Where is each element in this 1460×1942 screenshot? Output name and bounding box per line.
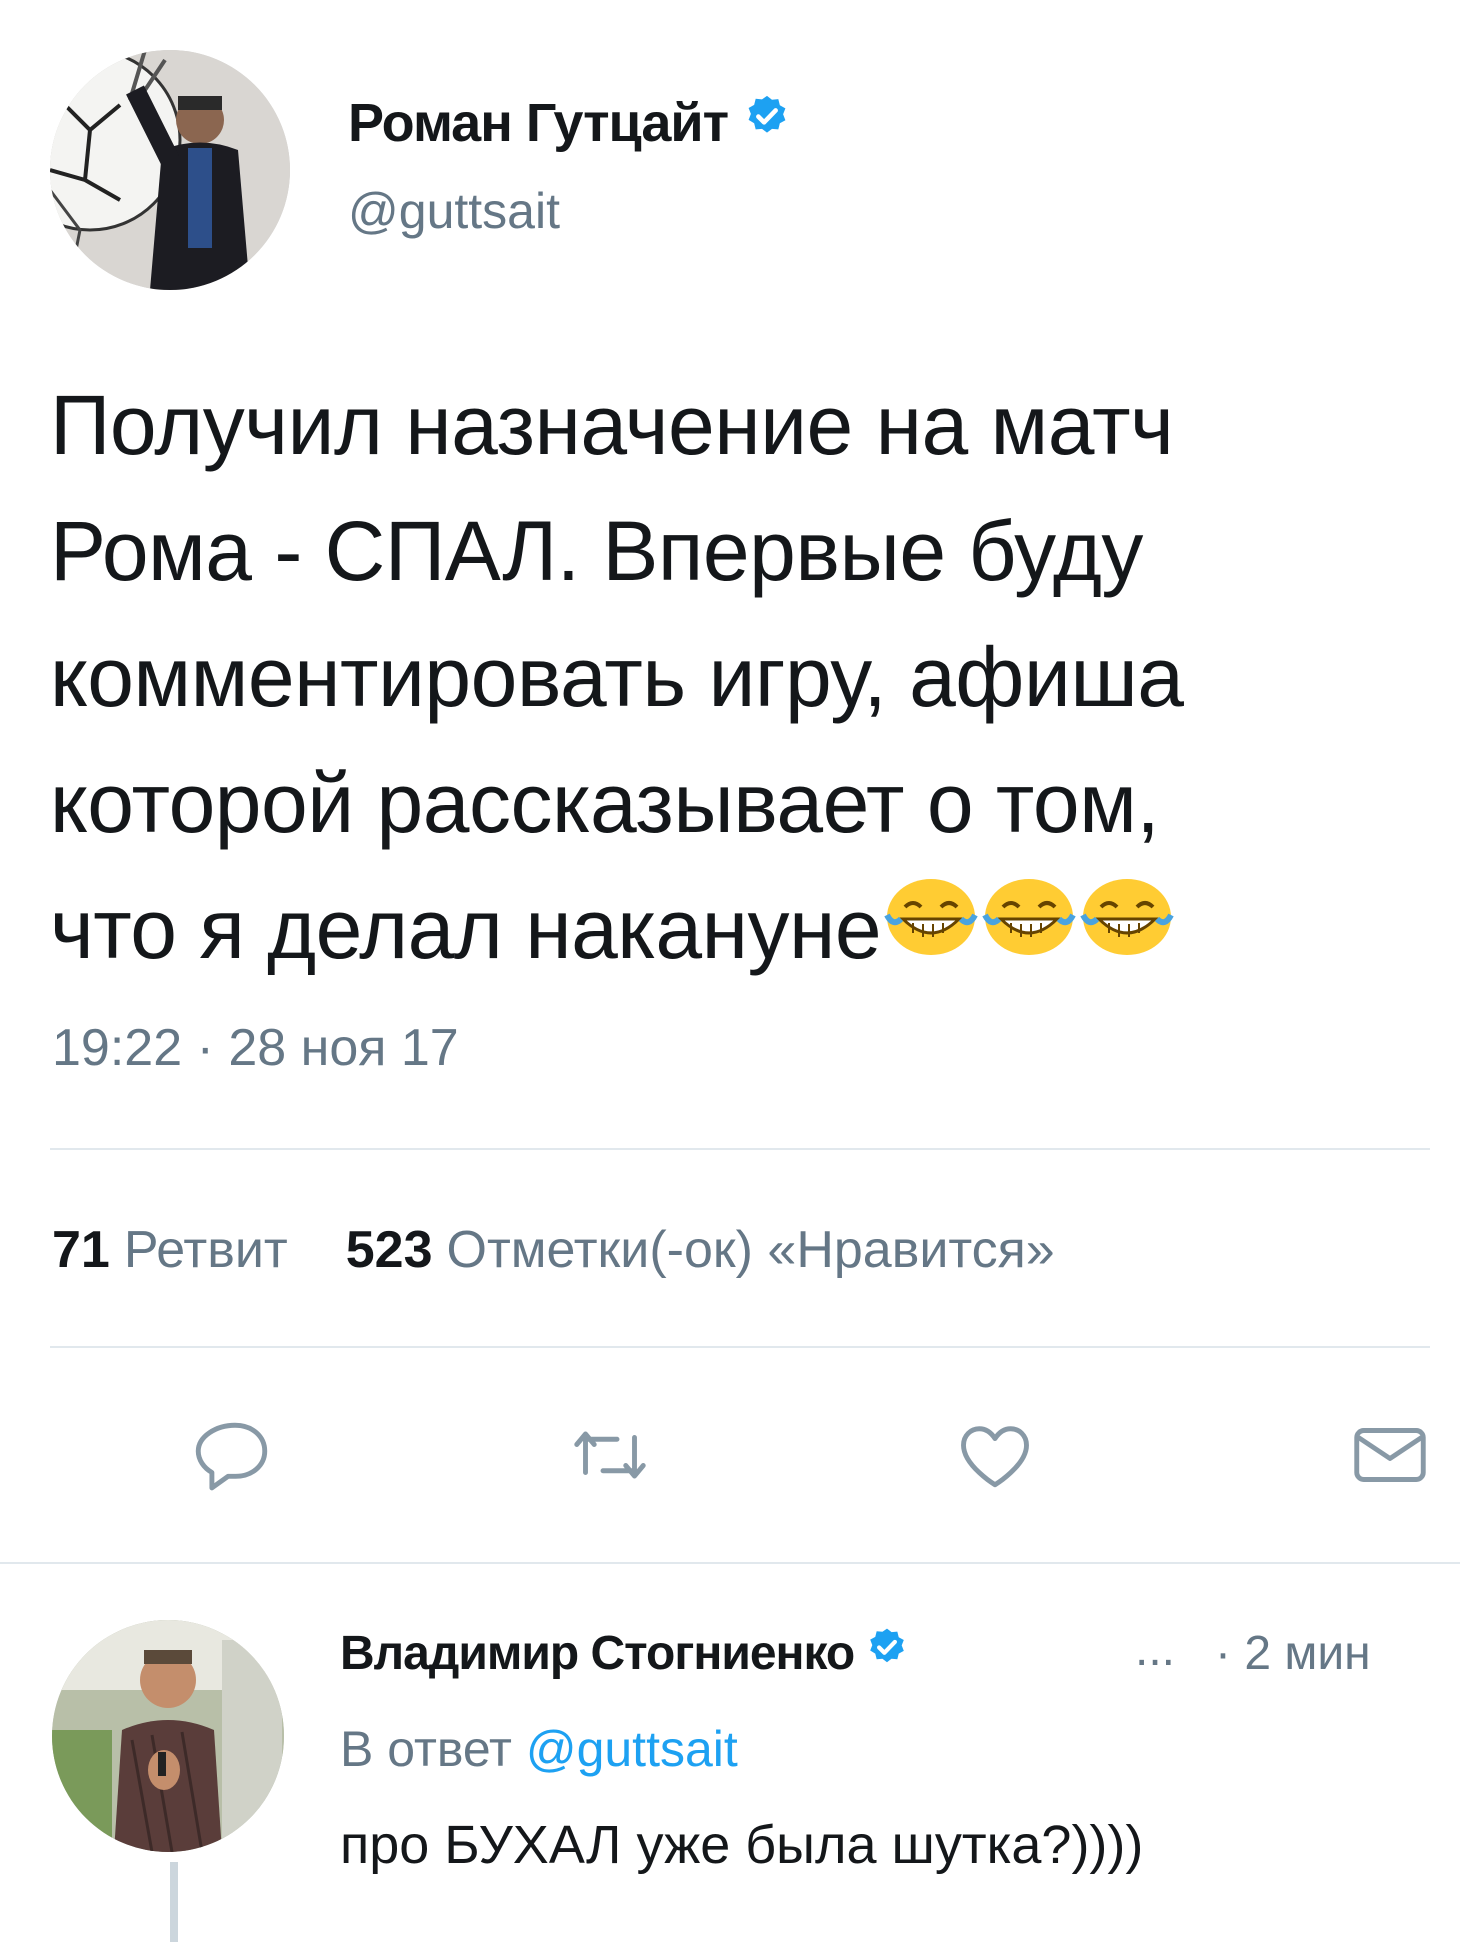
author-avatar[interactable] (50, 50, 290, 290)
likes-stat[interactable]: 523 Отметки(-ок) «Нравится» (346, 1221, 1055, 1279)
reply-text: про БУХАЛ уже была шутка?)))) (340, 1815, 1144, 1875)
retweets-count: 71 (52, 1221, 110, 1279)
tears-of-joy-emoji-icon (981, 867, 1077, 993)
direct-message-button[interactable] (1345, 1410, 1435, 1500)
author-avatar-image (50, 50, 290, 290)
thread-connector-line (170, 1862, 178, 1942)
tears-of-joy-emoji-icon (1079, 867, 1175, 993)
tweet-text: Получил назначение на матч Рома - СПАЛ. … (50, 362, 1420, 999)
reply-button[interactable] (190, 1410, 280, 1500)
likes-count: 523 (345, 1221, 433, 1279)
in-reply-prefix: В ответ (340, 1721, 512, 1777)
reply-author-name[interactable]: Владимир Стогниенко (340, 1626, 908, 1684)
tweet-stats: 71 Ретвит 523 Отметки(-ок) «Нравится» (52, 1220, 1055, 1280)
author-name-text: Роман Гутцайт (348, 93, 729, 153)
retweet-icon (574, 1431, 646, 1479)
retweets-label: Ретвит (123, 1221, 288, 1279)
retweet-button[interactable] (565, 1410, 655, 1500)
verified-badge-icon (744, 90, 790, 152)
in-reply-to: В ответ @guttsait (340, 1720, 738, 1778)
author-name[interactable]: Роман Гутцайт (348, 92, 790, 158)
retweets-stat[interactable]: 71 Ретвит (52, 1221, 288, 1279)
reply-avatar-image (52, 1620, 284, 1852)
tweet-timestamp[interactable]: 19:22 · 28 ноя 17 (52, 1018, 459, 1078)
author-handle[interactable]: @guttsait (348, 182, 560, 240)
divider (50, 1148, 1430, 1150)
more-options-button[interactable]: ... (1135, 1622, 1175, 1677)
likes-label: Отметки(-ок) «Нравится» (446, 1221, 1055, 1279)
tears-of-joy-emoji-icon (883, 867, 979, 993)
like-icon (961, 1426, 1029, 1488)
divider (50, 1346, 1430, 1348)
reply-icon (195, 1422, 268, 1491)
reply-author-avatar[interactable] (52, 1620, 284, 1852)
reply-time[interactable]: · 2 мин (1215, 1626, 1371, 1681)
dm-icon (1354, 1428, 1426, 1482)
like-button[interactable] (950, 1410, 1040, 1500)
reply-author-name-text: Владимир Стогниенко (340, 1627, 855, 1680)
verified-badge-icon (866, 1625, 908, 1680)
divider (0, 1562, 1460, 1564)
in-reply-mention-link[interactable]: @guttsait (526, 1721, 738, 1777)
